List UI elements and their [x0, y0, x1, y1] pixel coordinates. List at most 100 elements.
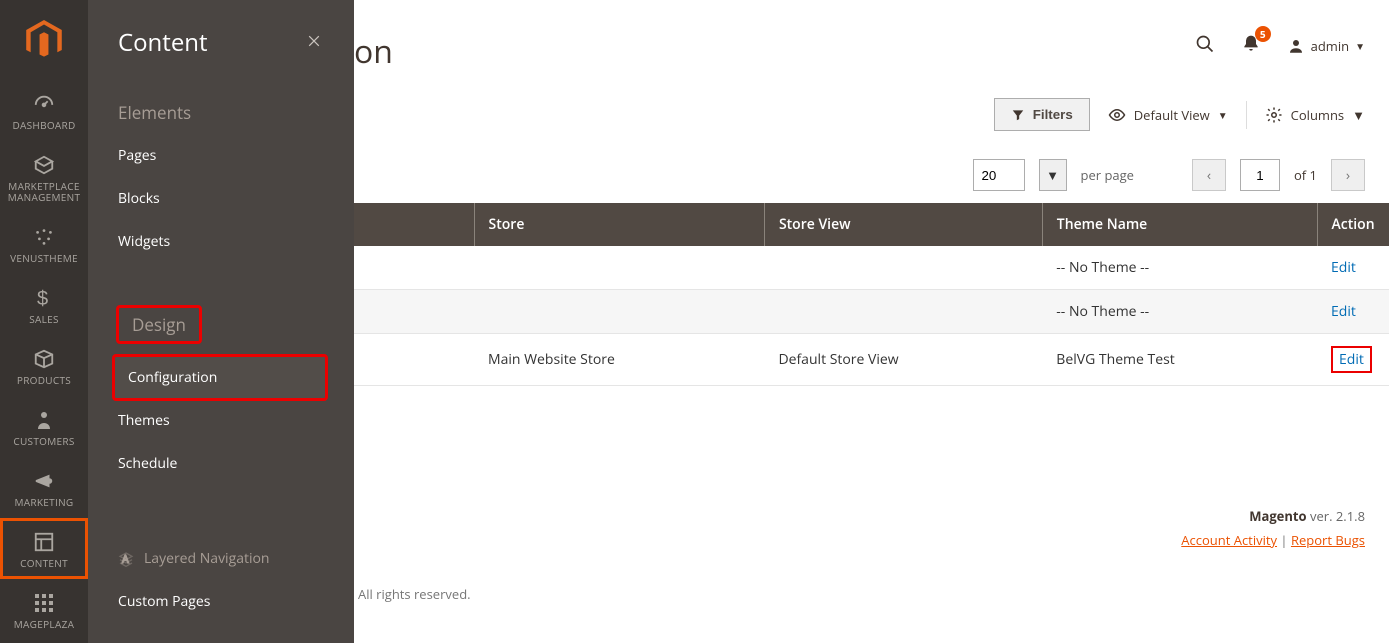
table-row[interactable]: -- No Theme -- Edit [354, 290, 1389, 334]
cell-store: Main Website Store [474, 334, 764, 386]
svg-text:A: A [122, 553, 129, 567]
nav-label: SALES [29, 314, 59, 325]
magento-logo-icon [26, 20, 62, 60]
account-activity-link[interactable]: Account Activity [1181, 531, 1277, 549]
footer-copyright: All rights reserved. [358, 585, 471, 603]
col-action: Action [1317, 203, 1389, 246]
nav-marketplace[interactable]: MARKETPLACE MANAGEMENT [0, 141, 88, 213]
avatar-icon [1287, 37, 1305, 55]
edit-link[interactable]: Edit [1339, 350, 1364, 369]
submenu-item-widgets[interactable]: Widgets [88, 220, 354, 263]
layered-icon: A [118, 551, 134, 567]
nav-mageplaza[interactable]: MAGEPLAZA [0, 579, 88, 640]
per-page-dropdown-button[interactable]: ▼ [1039, 159, 1067, 191]
nav-label: PRODUCTS [17, 375, 71, 386]
table-row[interactable]: -- No Theme -- Edit [354, 246, 1389, 290]
page-title: on [354, 30, 393, 73]
nav-customers[interactable]: CUSTOMERS [0, 396, 88, 457]
submenu-item-configuration[interactable]: Configuration [114, 356, 326, 399]
col-theme-name[interactable]: Theme Name [1042, 203, 1317, 246]
nav-marketing[interactable]: MARKETING [0, 457, 88, 518]
nav-label: CUSTOMERS [13, 436, 74, 447]
admin-username: admin [1311, 37, 1349, 55]
funnel-icon [1011, 108, 1025, 122]
nav-sales[interactable]: $ SALES [0, 274, 88, 335]
icon-sidebar: DASHBOARD MARKETPLACE MANAGEMENT VENUSTH… [0, 0, 88, 643]
cell-store [474, 290, 764, 334]
layered-heading-text: Layered Navigation [144, 549, 270, 568]
nav-products[interactable]: PRODUCTS [0, 335, 88, 396]
marketing-icon [33, 469, 55, 493]
submenu-item-custom-pages[interactable]: Custom Pages [88, 580, 354, 623]
columns-label: Columns [1291, 106, 1344, 124]
mageplaza-icon [34, 591, 54, 615]
close-icon[interactable] [306, 33, 326, 53]
page-number-input[interactable] [1240, 159, 1280, 191]
cell-store-view: Default Store View [764, 334, 1042, 386]
section-heading-elements: Elements [88, 89, 354, 134]
nav-label: MAGEPLAZA [14, 619, 74, 630]
cell-store-view [764, 246, 1042, 290]
main-content: on 5 admin ▼ Filters Default View ▼ [354, 0, 1389, 643]
page-of-label: of 1 [1294, 166, 1317, 184]
notifications-button[interactable]: 5 [1241, 34, 1261, 58]
marketplace-icon [33, 153, 55, 177]
cell-theme: -- No Theme -- [1042, 246, 1317, 290]
submenu-item-schedule[interactable]: Schedule [88, 442, 354, 485]
table-row[interactable]: Main Website Store Default Store View Be… [354, 334, 1389, 386]
submenu-item-pages[interactable]: Pages [88, 134, 354, 177]
nav-venustheme[interactable]: VENUSTHEME [0, 213, 88, 274]
edit-link[interactable]: Edit [1331, 302, 1356, 321]
cell-store [474, 246, 764, 290]
nav-dashboard[interactable]: DASHBOARD [0, 80, 88, 141]
venustheme-icon [33, 225, 55, 249]
search-icon[interactable] [1195, 34, 1215, 58]
magento-version: Magento ver. 2.1.8 [1249, 507, 1365, 525]
admin-user-menu[interactable]: admin ▼ [1287, 37, 1365, 55]
products-icon [33, 347, 55, 371]
nav-label: VENUSTHEME [10, 253, 78, 264]
chevron-down-icon: ▼ [1355, 39, 1365, 53]
design-config-grid: Store Store View Theme Name Action -- No… [354, 203, 1389, 386]
gear-icon [1265, 106, 1283, 124]
cell-theme: BelVG Theme Test [1042, 334, 1317, 386]
submenu-item-themes[interactable]: Themes [88, 399, 354, 442]
col-store[interactable]: Store [474, 203, 764, 246]
svg-text:$: $ [37, 288, 48, 309]
bell-icon [1241, 40, 1261, 58]
section-heading-design: Design [132, 313, 186, 336]
magento-logo[interactable] [0, 0, 88, 80]
col-hidden[interactable] [354, 203, 474, 246]
col-store-view[interactable]: Store View [764, 203, 1042, 246]
notifications-badge: 5 [1255, 26, 1271, 42]
content-submenu: Content Elements Pages Blocks Widgets De… [88, 0, 354, 643]
per-page-input[interactable] [973, 159, 1025, 191]
dashboard-icon [33, 92, 55, 116]
default-view-dropdown[interactable]: Default View ▼ [1108, 106, 1228, 124]
content-icon [33, 530, 55, 554]
customers-icon [35, 408, 53, 432]
divider [1246, 101, 1247, 129]
default-view-label: Default View [1134, 106, 1210, 124]
section-heading-layered[interactable]: A Layered Navigation [88, 537, 354, 580]
footer-separator: | [1280, 531, 1291, 549]
submenu-title: Content [118, 26, 208, 59]
sales-icon: $ [36, 286, 52, 310]
report-bugs-link[interactable]: Report Bugs [1291, 531, 1365, 549]
next-page-button[interactable]: › [1331, 159, 1365, 191]
nav-label: DASHBOARD [12, 120, 75, 131]
columns-dropdown[interactable]: Columns ▼ [1265, 106, 1365, 124]
per-page-label: per page [1081, 166, 1134, 184]
eye-icon [1108, 106, 1126, 124]
cell-theme: -- No Theme -- [1042, 290, 1317, 334]
chevron-down-icon: ▼ [1352, 106, 1365, 124]
filters-label: Filters [1033, 107, 1073, 122]
nav-label: CONTENT [20, 558, 68, 569]
submenu-item-blocks[interactable]: Blocks [88, 177, 354, 220]
prev-page-button[interactable]: ‹ [1192, 159, 1226, 191]
nav-content[interactable]: CONTENT [0, 518, 88, 579]
filters-button[interactable]: Filters [994, 98, 1090, 131]
nav-label: MARKETING [15, 497, 74, 508]
nav-label: MARKETPLACE MANAGEMENT [4, 181, 84, 203]
edit-link[interactable]: Edit [1331, 258, 1356, 277]
